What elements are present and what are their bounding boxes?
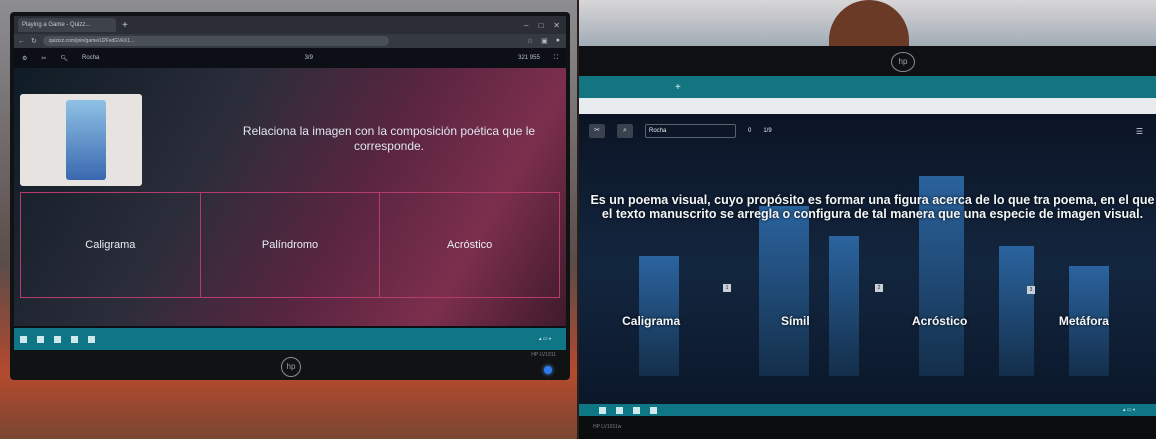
zoom-icon[interactable]: 🔍︎ xyxy=(60,55,68,62)
browser-tab-bar: Playing a Game - Quizz... + – □ ✕ xyxy=(14,16,566,34)
calligram-picture xyxy=(66,100,106,180)
window-controls: – □ ✕ xyxy=(524,21,566,30)
player-name: Rocha xyxy=(645,124,736,138)
answer-option-3[interactable]: Acróstico xyxy=(868,314,1012,328)
minimize-icon[interactable]: – xyxy=(524,21,528,30)
menu-icon[interactable]: ☰ xyxy=(1136,127,1149,136)
left-photo: Playing a Game - Quizz... + – □ ✕ ← ↻ qu… xyxy=(0,0,577,439)
answer-option-1[interactable]: Caligrama xyxy=(20,193,201,297)
start-icon[interactable] xyxy=(20,335,27,343)
explorer-icon[interactable] xyxy=(633,406,640,414)
monitor-model-label: HP LV1911 xyxy=(531,352,556,358)
left-monitor: Playing a Game - Quizz... + – □ ✕ ← ↻ qu… xyxy=(10,12,570,380)
system-tray: ▴ ▭ 🔈︎ xyxy=(538,336,552,342)
streak-count: 0 xyxy=(748,128,752,134)
address-bar: ← ↻ quizizz.com/join/game/U2FsdGVkX1... … xyxy=(14,34,566,48)
search-icon[interactable] xyxy=(37,335,44,343)
powerups-icon[interactable]: ✂ xyxy=(41,55,46,62)
hp-logo: hp xyxy=(281,357,301,377)
browser-tab-bar: + xyxy=(579,76,1156,98)
extensions-icon[interactable]: ▣ xyxy=(541,37,548,45)
system-tray: ▴ ▭ 🔈︎ xyxy=(1122,407,1136,413)
taskbar: ▴ ▭ 🔈︎ xyxy=(14,328,566,350)
answer-options: Caligrama Símil Acróstico Metáfora xyxy=(579,314,1156,328)
answer-option-2[interactable]: Palíndromo xyxy=(201,193,381,297)
answer-options: Caligrama Palíndromo Acróstico xyxy=(20,192,561,298)
quiz-top-bar: ⚙ ✂ 🔍︎ Rocha 3/9 321 955 ⛶ xyxy=(14,48,566,68)
right-photo: hp + ✂ ⌕ Rocha 0 1/9 ☰ Es un poema visua… xyxy=(579,0,1156,439)
chrome-icon[interactable] xyxy=(88,335,95,343)
option-number-2: 2 xyxy=(875,284,883,292)
star-icon[interactable]: ☆ xyxy=(527,37,533,45)
settings-icon[interactable]: ⚙ xyxy=(22,55,27,62)
city-background xyxy=(579,114,1156,416)
new-tab-icon[interactable]: + xyxy=(122,20,128,31)
building xyxy=(999,246,1034,376)
building xyxy=(829,236,859,376)
back-icon[interactable]: ← xyxy=(18,38,25,45)
building xyxy=(759,206,809,376)
hp-logo: hp xyxy=(891,52,915,72)
answer-option-3[interactable]: Acróstico xyxy=(380,193,561,297)
player-name: Rocha xyxy=(82,55,100,61)
answer-option-1[interactable]: Caligrama xyxy=(579,314,723,328)
quiz-area: Relaciona la imagen con la composición p… xyxy=(14,68,566,326)
explorer-icon[interactable] xyxy=(71,335,78,343)
right-monitor-bottom-bezel xyxy=(579,416,1156,439)
fullscreen-icon[interactable]: ⛶ xyxy=(554,55,558,62)
url-input[interactable]: quizizz.com/join/game/U2FsdGVkX1... xyxy=(42,36,389,46)
question-text: Relaciona la imagen con la composición p… xyxy=(242,124,536,153)
question-image[interactable] xyxy=(20,94,142,186)
browser-actions: ☆ ▣ ● xyxy=(527,37,566,45)
left-screen: Playing a Game - Quizz... + – □ ✕ ← ↻ qu… xyxy=(14,16,566,350)
score: 321 955 xyxy=(518,55,540,61)
taskbar: ▴ ▭ 🔈︎ xyxy=(579,404,1156,416)
question-progress: 3/9 xyxy=(304,55,313,61)
question-text: Es un poema visual, cuyo propósito es fo… xyxy=(590,193,1155,221)
search-icon[interactable] xyxy=(616,406,623,414)
chrome-icon[interactable] xyxy=(650,406,657,414)
answer-option-4[interactable]: Metáfora xyxy=(1012,314,1156,328)
quiz-top-bar: ✂ ⌕ Rocha 0 1/9 ☰ xyxy=(589,122,1149,140)
person-head xyxy=(829,0,909,48)
maximize-icon[interactable]: □ xyxy=(538,21,543,30)
close-icon[interactable]: ✕ xyxy=(553,21,560,30)
taskview-icon[interactable] xyxy=(54,335,61,343)
answer-option-2[interactable]: Símil xyxy=(723,314,867,328)
zoom-icon[interactable]: ⌕ xyxy=(617,124,633,138)
powerups-icon[interactable]: ✂ xyxy=(589,124,605,138)
monitor-model-label: HP LV1911w xyxy=(593,424,622,430)
address-bar[interactable] xyxy=(579,98,1156,114)
start-icon[interactable] xyxy=(599,406,606,414)
option-number-3: 3 xyxy=(1027,286,1035,294)
question-progress: 1/9 xyxy=(763,128,772,134)
browser-tab[interactable]: Playing a Game - Quizz... xyxy=(18,18,116,32)
profile-icon[interactable]: ● xyxy=(556,37,560,45)
right-screen: + ✂ ⌕ Rocha 0 1/9 ☰ Es un poema visual, … xyxy=(579,76,1156,416)
power-led xyxy=(544,366,552,374)
new-tab-icon[interactable]: + xyxy=(675,82,681,93)
option-number-1: 1 xyxy=(723,284,731,292)
reload-icon[interactable]: ↻ xyxy=(31,37,37,45)
